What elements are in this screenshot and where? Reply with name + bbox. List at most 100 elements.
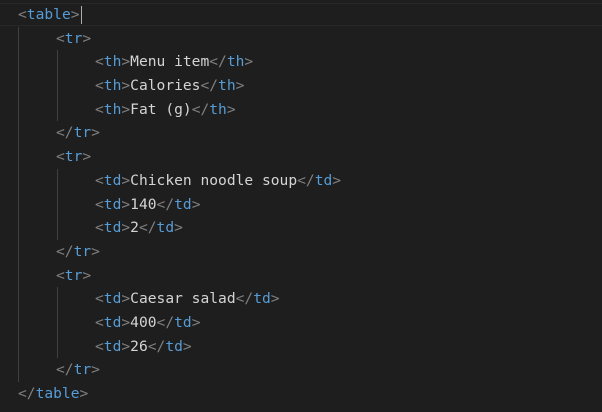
tag-bracket: > [121, 337, 131, 355]
code-lines: <table> <tr> <th>Menu item</th> <th>Calorie… [0, 3, 602, 406]
tag-bracket: > [174, 219, 183, 237]
code-line[interactable]: <td>140</td> [0, 192, 602, 217]
open-tag-name: td [103, 195, 122, 213]
open-tag-name: td [103, 171, 122, 189]
tag-bracket: </ [156, 313, 175, 331]
tag-bracket: > [82, 266, 92, 284]
close-tag-name: th [226, 53, 245, 71]
tag-bracket: </ [156, 195, 175, 213]
cell-text: Calories [130, 77, 201, 95]
code-line[interactable]: </tr> [0, 121, 602, 146]
code-line[interactable]: <tr> [0, 263, 602, 288]
code-editor[interactable]: <table> <tr> <th>Menu item</th> <th>Calorie… [0, 0, 602, 412]
indent-guide [57, 334, 58, 359]
tag-bracket: < [56, 29, 65, 47]
cell-text: Caesar salad [130, 290, 236, 308]
open-tag-name: td [103, 290, 122, 308]
tag-bracket: > [121, 171, 131, 189]
tag-bracket: > [121, 195, 131, 213]
code-line[interactable]: <td>Caesar salad</td> [0, 287, 602, 311]
line-content: </tr> [56, 240, 100, 264]
close-tag-name: td [165, 337, 183, 355]
cell-text: Chicken noodle soup [130, 171, 298, 189]
indent-guide [18, 263, 19, 288]
tag-bracket: < [95, 77, 104, 95]
open-tag-name: td [103, 337, 122, 355]
line-content: <tr> [56, 27, 91, 51]
indent-guide [18, 287, 19, 311]
code-line[interactable]: <td>26</td> [0, 334, 602, 359]
close-tag-name: tr [73, 361, 92, 379]
code-line[interactable]: <td>Chicken noodle soup</td> [0, 168, 602, 193]
line-content: <th>Fat (g)</th> [95, 98, 236, 122]
tag-bracket: > [182, 337, 192, 355]
indent-guide [57, 287, 58, 311]
code-line[interactable]: <td>2</td> [0, 216, 602, 240]
line-content: <td>400</td> [95, 311, 200, 335]
indent-guide [18, 145, 19, 169]
tag-bracket: </ [209, 53, 227, 71]
tag-bracket: </ [138, 219, 157, 237]
tag-bracket: > [91, 361, 100, 379]
line-content: <td>Caesar salad</td> [95, 287, 280, 311]
open-tag-name: th [103, 53, 122, 71]
cell-text: 26 [130, 337, 148, 355]
close-tag-name: td [314, 171, 333, 189]
tag-bracket: < [56, 148, 65, 166]
close-tag-name: table [35, 385, 80, 402]
open-tag-name: tr [64, 29, 83, 47]
code-line[interactable]: <td>400</td> [0, 310, 602, 335]
code-line[interactable]: </tr> [0, 358, 602, 382]
code-line[interactable]: <th>Fat (g)</th> [0, 97, 602, 122]
tag-bracket: > [82, 148, 92, 166]
tag-bracket: < [95, 337, 104, 355]
tag-bracket: </ [56, 361, 74, 379]
line-content: <td>Chicken noodle soup</td> [95, 169, 341, 193]
tag-bracket: < [95, 53, 104, 71]
close-tag-name: td [174, 313, 192, 331]
code-line[interactable]: <tr> [0, 26, 602, 51]
code-line[interactable]: </table> [0, 382, 602, 406]
tag-bracket: < [95, 313, 104, 331]
tag-bracket: </ [235, 290, 254, 308]
open-tag-name: td [103, 219, 122, 237]
code-line[interactable]: <tr> [0, 145, 602, 169]
indent-guide [18, 50, 19, 75]
cell-text: 400 [130, 313, 157, 331]
cell-text: 140 [130, 195, 157, 213]
indent-guide [18, 26, 19, 51]
tag-bracket: > [191, 195, 201, 213]
code-line[interactable]: <th>Calories</th> [0, 74, 602, 98]
code-line[interactable]: <th>Menu item</th> [0, 50, 602, 75]
tag-bracket: </ [56, 124, 74, 142]
tag-bracket: < [95, 219, 104, 237]
close-tag-name: th [209, 100, 227, 118]
tag-bracket: > [91, 124, 100, 142]
line-content: </tr> [56, 358, 100, 382]
indent-guide [18, 239, 19, 264]
tag-bracket: > [226, 100, 236, 118]
tag-bracket: > [244, 53, 254, 71]
indent-guide [18, 168, 19, 193]
tag-bracket: > [70, 6, 80, 23]
tag-bracket: </ [18, 385, 36, 402]
open-tag-name: th [103, 77, 122, 95]
indent-guide [57, 216, 58, 240]
code-line[interactable]: </tr> [0, 239, 602, 264]
indent-guide [18, 358, 19, 382]
code-line[interactable]: <table> [0, 3, 602, 27]
text-cursor [80, 6, 82, 24]
close-tag-name: tr [73, 242, 92, 260]
tag-bracket: > [121, 53, 131, 71]
tag-bracket: </ [56, 242, 74, 260]
tag-bracket: < [18, 6, 27, 23]
tag-bracket: > [91, 242, 100, 260]
open-tag-name: th [103, 100, 122, 118]
tag-bracket: > [191, 313, 201, 331]
close-tag-name: tr [73, 124, 92, 142]
indent-guide [57, 97, 58, 122]
tag-bracket: > [121, 77, 131, 95]
close-tag-name: th [218, 77, 236, 95]
line-content: <td>140</td> [95, 193, 200, 217]
tag-bracket: < [95, 100, 104, 118]
